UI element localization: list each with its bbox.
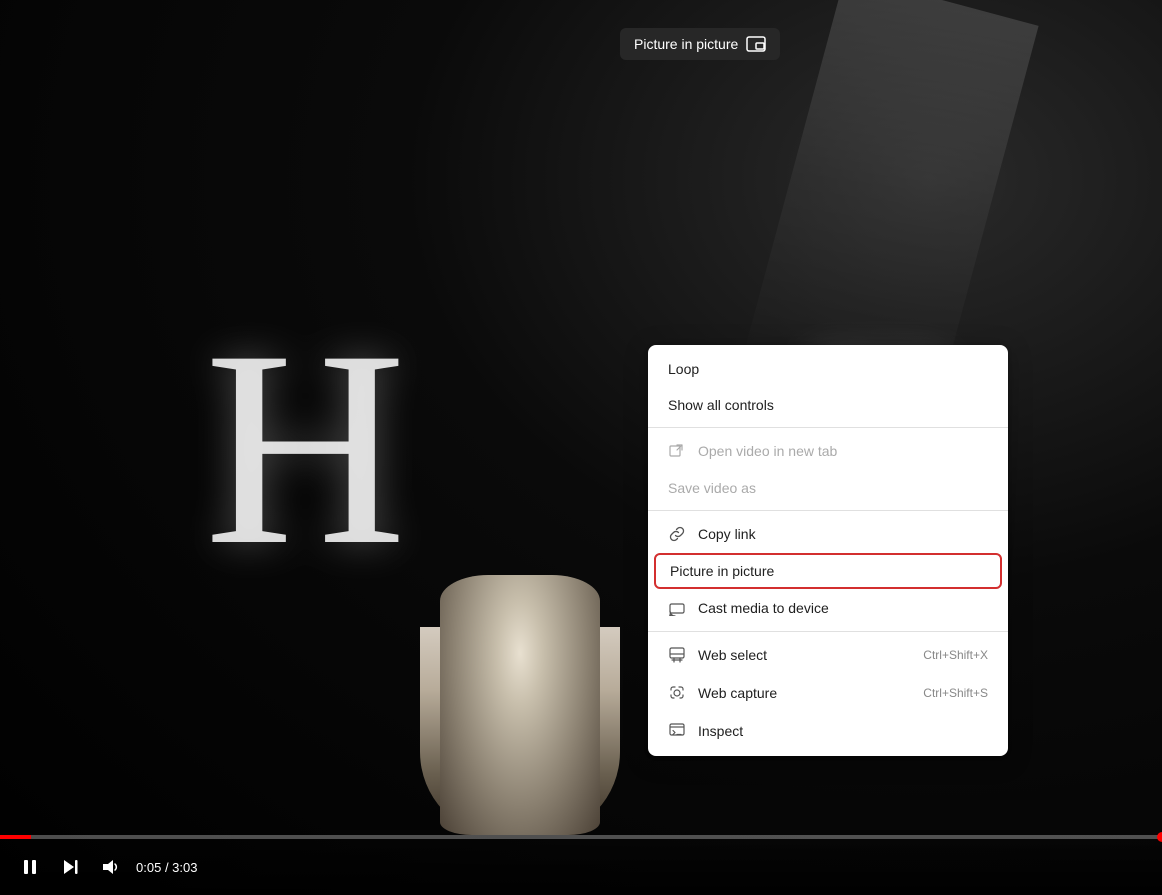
web-capture-icon	[668, 684, 686, 702]
time-display: 0:05 / 3:03	[136, 860, 197, 875]
menu-item-web-select-label: Web select	[698, 647, 767, 663]
menu-item-inspect[interactable]: Inspect	[648, 712, 1008, 750]
menu-item-show-controls-label: Show all controls	[668, 397, 774, 413]
menu-item-cast-label: Cast media to device	[698, 600, 829, 616]
volume-button[interactable]	[96, 853, 124, 881]
menu-item-save-video-label: Save video as	[668, 480, 756, 496]
total-time: 3:03	[172, 860, 197, 875]
inspect-icon	[668, 722, 686, 740]
context-menu: Loop Show all controls Open video in new…	[648, 345, 1008, 756]
link-icon	[668, 525, 686, 543]
volume-icon	[100, 857, 120, 877]
pip-tooltip: Picture in picture	[620, 28, 780, 60]
pip-tooltip-label: Picture in picture	[634, 36, 738, 52]
menu-item-show-controls[interactable]: Show all controls	[648, 387, 1008, 423]
separator-3	[648, 631, 1008, 632]
current-time: 0:05	[136, 860, 161, 875]
menu-item-picture-in-picture[interactable]: Picture in picture	[654, 553, 1002, 589]
web-capture-shortcut: Ctrl+Shift+S	[923, 686, 988, 700]
video-controls-bar: 0:05 / 3:03	[0, 839, 1162, 895]
menu-item-loop-label: Loop	[668, 361, 699, 377]
menu-item-inspect-label: Inspect	[698, 723, 743, 739]
menu-item-web-select[interactable]: Web select Ctrl+Shift+X	[648, 636, 1008, 674]
newtab-icon	[668, 442, 686, 460]
menu-item-copy-link[interactable]: Copy link	[648, 515, 1008, 553]
pip-tooltip-icon	[746, 36, 766, 52]
figure-body	[440, 575, 600, 835]
skip-next-button[interactable]	[56, 853, 84, 881]
menu-item-web-capture-label: Web capture	[698, 685, 777, 701]
web-select-shortcut: Ctrl+Shift+X	[923, 648, 988, 662]
menu-item-open-new-tab: Open video in new tab	[648, 432, 1008, 470]
menu-item-cast-media[interactable]: Cast media to device	[648, 589, 1008, 627]
menu-item-pip-label: Picture in picture	[670, 563, 774, 579]
skip-next-icon	[60, 857, 80, 877]
pause-icon	[20, 857, 40, 877]
menu-item-open-new-tab-label: Open video in new tab	[698, 443, 837, 459]
letter-h: H	[204, 308, 396, 588]
menu-item-loop[interactable]: Loop	[648, 351, 1008, 387]
pause-button[interactable]	[16, 853, 44, 881]
separator-1	[648, 427, 1008, 428]
video-figure	[440, 575, 600, 835]
menu-item-web-capture[interactable]: Web capture Ctrl+Shift+S	[648, 674, 1008, 712]
web-select-icon	[668, 646, 686, 664]
menu-item-save-video: Save video as	[648, 470, 1008, 506]
menu-item-copy-link-label: Copy link	[698, 526, 756, 542]
cast-icon	[668, 599, 686, 617]
separator-2	[648, 510, 1008, 511]
